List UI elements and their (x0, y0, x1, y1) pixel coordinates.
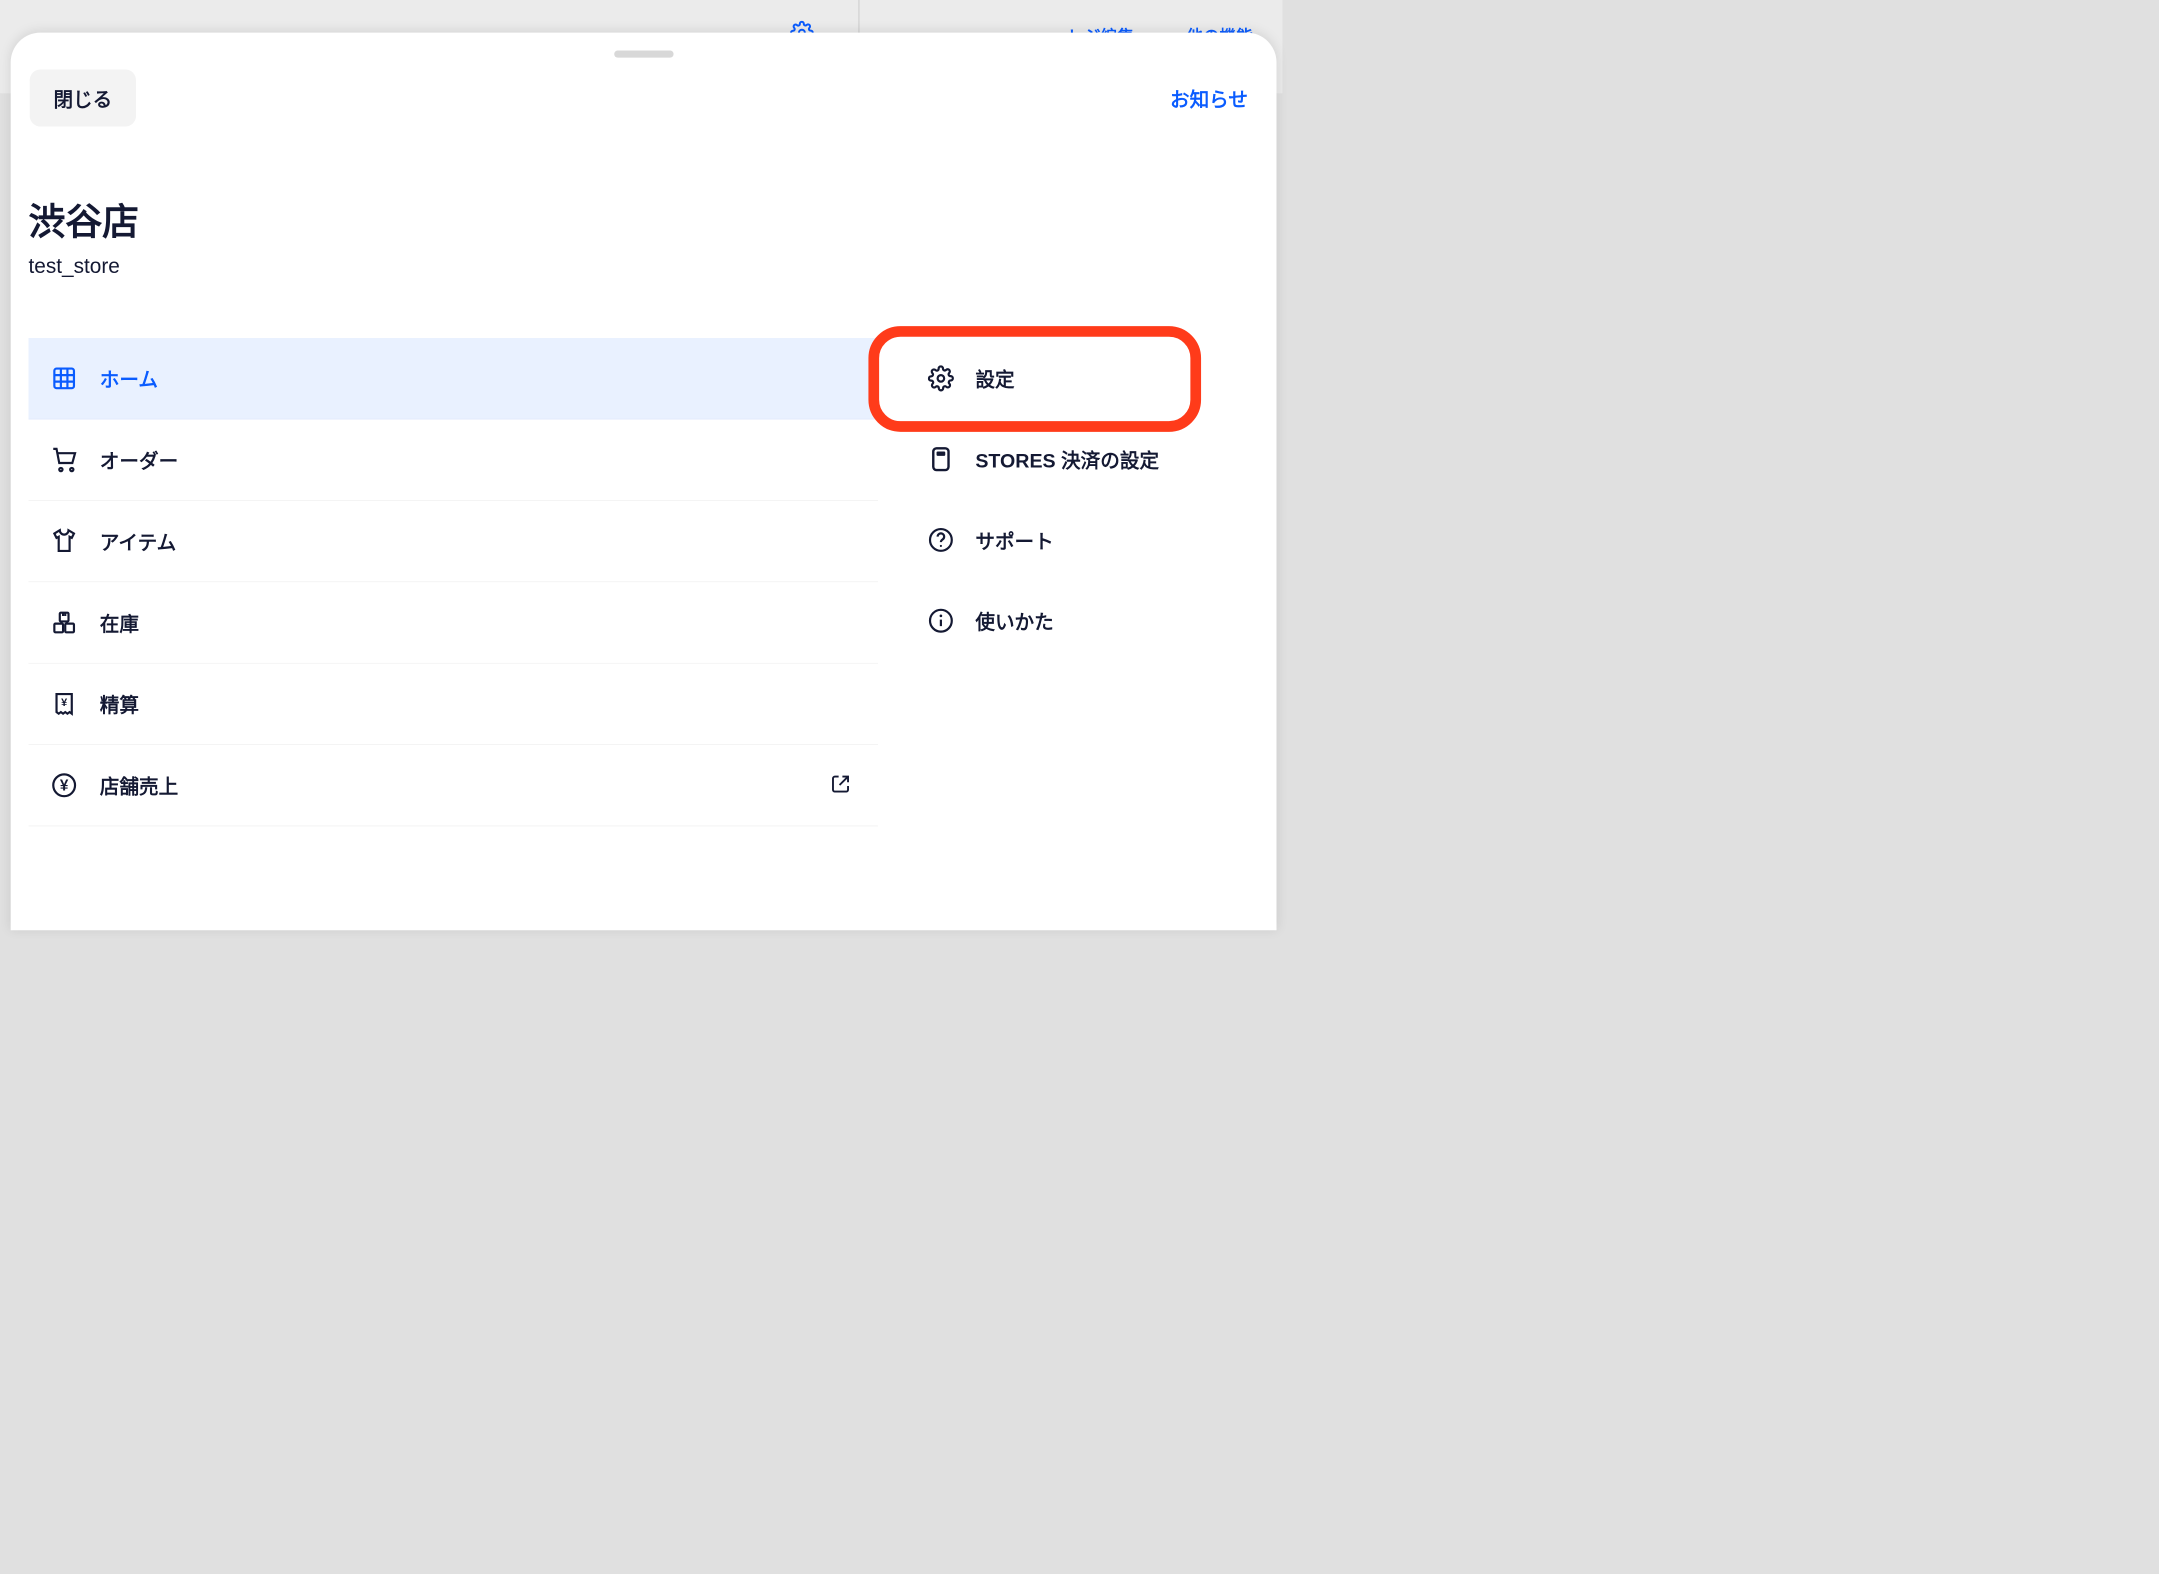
nav-item-item[interactable]: アイテム (29, 501, 878, 582)
nav-label: 店舗売上 (100, 771, 178, 800)
top-bar: 閉じる お知らせ (11, 33, 1277, 127)
side-nav: 設定 STORES 決済の設定 サポート 使いかた (878, 338, 1277, 826)
svg-text:¥: ¥ (61, 697, 67, 709)
nav-item-order[interactable]: オーダー (29, 419, 878, 500)
backdrop-divider (858, 0, 859, 36)
side-item-support[interactable]: サポート (908, 500, 1265, 581)
device-icon (928, 446, 954, 472)
nav-label: オーダー (100, 446, 178, 475)
nav-label: ホーム (100, 364, 158, 393)
store-subtitle: test_store (29, 255, 1259, 279)
close-button[interactable]: 閉じる (30, 69, 136, 126)
gear-icon (928, 365, 954, 391)
grid-icon (51, 365, 77, 391)
modal-sheet: 閉じる お知らせ 渋谷店 test_store ホーム オーダー (11, 33, 1277, 931)
side-label: 使いかた (975, 606, 1053, 635)
side-label: 設定 (975, 364, 1014, 393)
shirt-icon (51, 528, 77, 554)
store-header: 渋谷店 test_store (11, 127, 1277, 279)
side-item-settings[interactable]: 設定 (908, 338, 1265, 419)
help-icon (928, 527, 954, 553)
side-item-payment-settings[interactable]: STORES 決済の設定 (908, 419, 1265, 500)
side-label: STORES 決済の設定 (975, 445, 1159, 474)
nav-label: アイテム (100, 527, 176, 556)
boxes-icon (51, 609, 77, 635)
notice-link[interactable]: お知らせ (1170, 84, 1248, 113)
cart-icon (51, 447, 77, 473)
nav-item-stock[interactable]: 在庫 (29, 582, 878, 663)
nav-item-sales[interactable]: ¥ 店舗売上 (29, 745, 878, 826)
side-item-howto[interactable]: 使いかた (908, 580, 1265, 661)
receipt-icon: ¥ (51, 691, 77, 717)
svg-text:¥: ¥ (60, 778, 69, 795)
yen-icon: ¥ (51, 772, 77, 798)
external-link-icon (829, 772, 852, 798)
main-nav: ホーム オーダー アイテム 在庫 (11, 338, 878, 826)
info-icon (928, 608, 954, 634)
nav-item-settlement[interactable]: ¥ 精算 (29, 663, 878, 744)
content-row: ホーム オーダー アイテム 在庫 (11, 279, 1277, 827)
sheet-grabber[interactable] (614, 50, 673, 57)
nav-label: 在庫 (100, 608, 139, 637)
nav-item-home[interactable]: ホーム (29, 338, 878, 419)
nav-label: 精算 (100, 690, 139, 719)
store-name: 渋谷店 (29, 192, 1259, 245)
side-label: サポート (975, 526, 1053, 555)
